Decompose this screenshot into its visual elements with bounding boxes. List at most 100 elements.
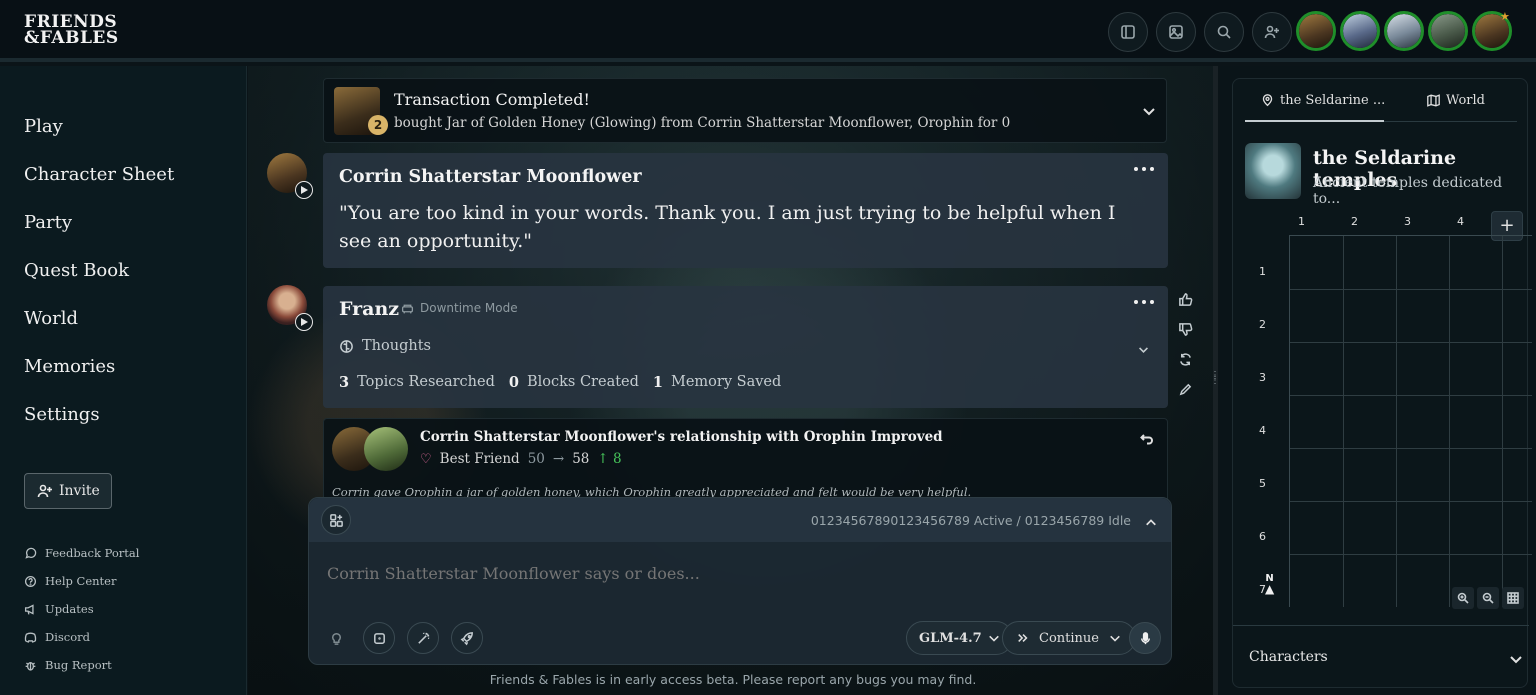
- dice-button[interactable]: [363, 622, 395, 654]
- memory-label: Memory Saved: [671, 374, 782, 390]
- sidebar: Play Character Sheet Party Quest Book Wo…: [0, 66, 247, 695]
- relationship-card: Corrin Shatterstar Moonflower's relation…: [323, 418, 1168, 508]
- characters-section-title[interactable]: Characters: [1249, 649, 1328, 665]
- more-options-button[interactable]: [1134, 300, 1154, 306]
- nav-character-sheet[interactable]: Character Sheet: [24, 164, 174, 185]
- party-avatar[interactable]: [1384, 11, 1424, 51]
- chevron-down-icon: [1143, 108, 1155, 116]
- brain-icon: [340, 339, 353, 353]
- chevron-down-icon: [1110, 635, 1120, 642]
- continue-button[interactable]: Continue: [1002, 621, 1136, 655]
- search-button[interactable]: [1204, 12, 1244, 52]
- pencil-icon: [1179, 383, 1192, 396]
- toggle-sidebar-button[interactable]: [1108, 12, 1148, 52]
- discord-label: Discord: [45, 630, 91, 644]
- nav-settings[interactable]: Settings: [24, 404, 100, 425]
- party-avatar[interactable]: [1340, 11, 1380, 51]
- collapse-composer-button[interactable]: [1145, 514, 1159, 528]
- action-input[interactable]: [327, 564, 1127, 583]
- tab-world[interactable]: World: [1427, 93, 1485, 108]
- message-card: Corrin Shatterstar Moonflower "You are t…: [323, 153, 1168, 268]
- updates-link[interactable]: Updates: [24, 602, 94, 616]
- play-icon: [301, 186, 308, 194]
- relationship-to: 58: [572, 451, 590, 467]
- quick-actions-button[interactable]: [451, 622, 483, 654]
- beta-notice: Friends & Fables is in early access beta…: [489, 672, 977, 687]
- grid-add-icon: [329, 513, 343, 527]
- feedback-portal-link[interactable]: Feedback Portal: [24, 546, 139, 560]
- transaction-detail: bought Jar of Golden Honey (Glowing) fro…: [394, 115, 1011, 131]
- add-player-button[interactable]: [1252, 12, 1292, 52]
- zoom-out-button[interactable]: [1477, 587, 1499, 609]
- map-grid[interactable]: [1289, 235, 1532, 607]
- zoom-in-button[interactable]: [1452, 587, 1474, 609]
- tab-location[interactable]: the Seldarine ...: [1261, 93, 1385, 108]
- chevron-down-icon: [1510, 656, 1522, 664]
- mode-indicator: Downtime Mode: [401, 301, 518, 315]
- regenerate-button[interactable]: [1178, 352, 1196, 367]
- wand-icon: [417, 632, 429, 644]
- memory-count: 1: [652, 374, 663, 391]
- thumbs-up-button[interactable]: [1178, 292, 1196, 307]
- panels-button[interactable]: [321, 505, 351, 535]
- expand-thoughts-button[interactable]: [1138, 340, 1152, 354]
- toggle-grid-button[interactable]: [1502, 587, 1524, 609]
- resize-handle[interactable]: ⋮ ⋮: [1210, 371, 1220, 387]
- undo-button[interactable]: [1140, 431, 1154, 445]
- character-avatar: [364, 427, 408, 471]
- expand-transaction-button[interactable]: [1142, 103, 1156, 117]
- column-label: 1: [1298, 215, 1305, 228]
- play-voice-button[interactable]: [295, 313, 313, 331]
- thumbs-down-button[interactable]: [1178, 322, 1196, 337]
- nav-quest-book[interactable]: Quest Book: [24, 260, 129, 281]
- bug-report-link[interactable]: Bug Report: [24, 658, 112, 672]
- logo[interactable]: FRIENDS &FABLES: [24, 14, 119, 47]
- map-pin-icon: [1262, 94, 1273, 107]
- thoughts-toggle[interactable]: Thoughts: [339, 338, 431, 354]
- play-voice-button[interactable]: [295, 181, 313, 199]
- row-label: 6: [1259, 530, 1266, 543]
- relationship-from: 50: [527, 451, 545, 467]
- top-bar: FRIENDS &FABLES ★: [0, 0, 1536, 62]
- quantity-badge: 2: [368, 115, 388, 135]
- speaker-name: Franz: [339, 298, 400, 320]
- location-map[interactable]: 1 2 3 4 1 2 3 4 5 6 7: [1251, 209, 1532, 609]
- magic-button[interactable]: [407, 622, 439, 654]
- chevron-up-icon: [1146, 519, 1156, 526]
- location-description: Ancient temples dedicated to...: [1313, 175, 1503, 207]
- more-options-button[interactable]: [1134, 167, 1154, 173]
- microphone-button[interactable]: [1129, 622, 1161, 654]
- message-text: "You are too kind in your words. Thank y…: [339, 202, 1116, 252]
- relationship-change: ♡ Best Friend 50 → 58 ↑ 8: [420, 451, 622, 467]
- expand-characters-button[interactable]: [1509, 651, 1523, 665]
- gallery-button[interactable]: [1156, 12, 1196, 52]
- map-icon: [1427, 94, 1440, 107]
- nav-memories[interactable]: Memories: [24, 356, 115, 377]
- undo-icon: [1140, 434, 1153, 445]
- leader-star-icon: ★: [1500, 10, 1510, 23]
- heart-icon: ♡: [420, 451, 432, 467]
- invite-button[interactable]: Invite: [24, 473, 112, 509]
- nav-party[interactable]: Party: [24, 212, 72, 233]
- location-panel: the Seldarine ... World the Seldarine te…: [1232, 78, 1532, 688]
- nav-play[interactable]: Play: [24, 116, 63, 137]
- nav-world[interactable]: World: [24, 308, 78, 329]
- compass-arrow-icon: ▲: [1265, 582, 1275, 596]
- row-label: 3: [1259, 371, 1266, 384]
- tab-location-label: the Seldarine ...: [1280, 93, 1386, 108]
- help-center-link[interactable]: Help Center: [24, 574, 116, 588]
- suggestions-button[interactable]: [320, 622, 352, 654]
- edit-button[interactable]: [1178, 382, 1196, 397]
- party-avatar[interactable]: [1428, 11, 1468, 51]
- arrow-icon: →: [552, 451, 565, 467]
- bug-report-label: Bug Report: [45, 658, 112, 672]
- mode-label: Downtime Mode: [420, 301, 518, 315]
- discord-link[interactable]: Discord: [24, 630, 90, 644]
- feedback-portal-label: Feedback Portal: [45, 546, 140, 560]
- location-image: [1245, 143, 1301, 199]
- party-avatar[interactable]: [1296, 11, 1336, 51]
- model-selector[interactable]: GLM-4.7: [906, 621, 1013, 655]
- fast-forward-icon: [1018, 634, 1028, 642]
- transaction-card[interactable]: 2 Transaction Completed! bought Jar of G…: [323, 78, 1167, 143]
- thoughts-label: Thoughts: [362, 338, 431, 354]
